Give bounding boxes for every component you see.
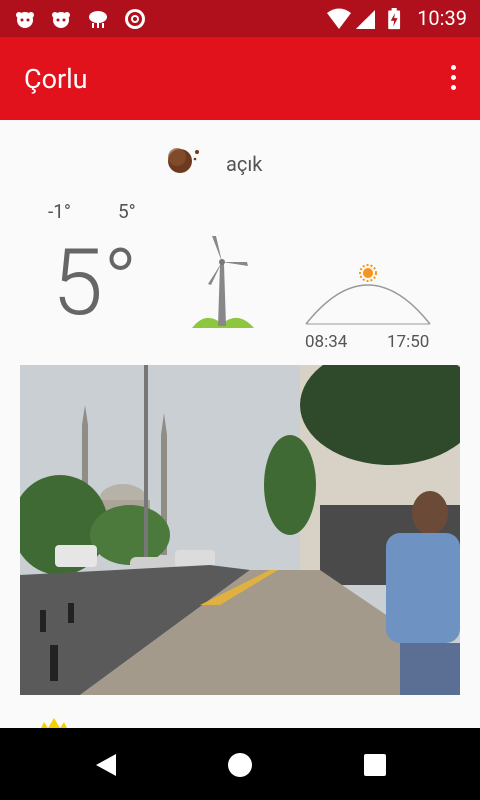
overflow-menu-button[interactable]: [448, 65, 458, 93]
city-title: Çorlu: [24, 63, 88, 95]
rain-cloud-icon: [89, 11, 107, 28]
condition-label: açık: [226, 152, 263, 176]
battery-charging-icon: [388, 8, 401, 30]
recents-icon[interactable]: [360, 750, 390, 780]
sheep-notification-icon: [52, 12, 70, 28]
sunrise-time: 08:34: [305, 332, 348, 352]
high-temp: 5°: [118, 200, 136, 223]
app-bar: Çorlu: [0, 37, 480, 120]
clock: 10:39: [417, 6, 467, 30]
home-icon[interactable]: [225, 750, 255, 780]
sheep-notification-icon: [16, 12, 34, 28]
sun-path-icon: [305, 264, 431, 325]
navigation-bar: [0, 728, 480, 800]
low-temp: -1°: [48, 200, 72, 223]
wind-turbine-icon: [192, 236, 254, 328]
overflow-dot-icon: [450, 85, 456, 90]
current-temperature: 5°: [52, 230, 138, 337]
target-app-icon: [125, 9, 145, 29]
clear-night-moon-icon: [168, 148, 199, 173]
sunset-time: 17:50: [387, 332, 430, 352]
wifi-icon: [327, 8, 351, 29]
overflow-dot-icon: [450, 75, 456, 80]
overflow-dot-icon: [450, 65, 456, 70]
city-street-photo: [20, 365, 460, 695]
status-bar: 10:39: [0, 0, 480, 37]
back-icon[interactable]: [92, 750, 122, 780]
cell-signal-icon: [356, 10, 375, 29]
